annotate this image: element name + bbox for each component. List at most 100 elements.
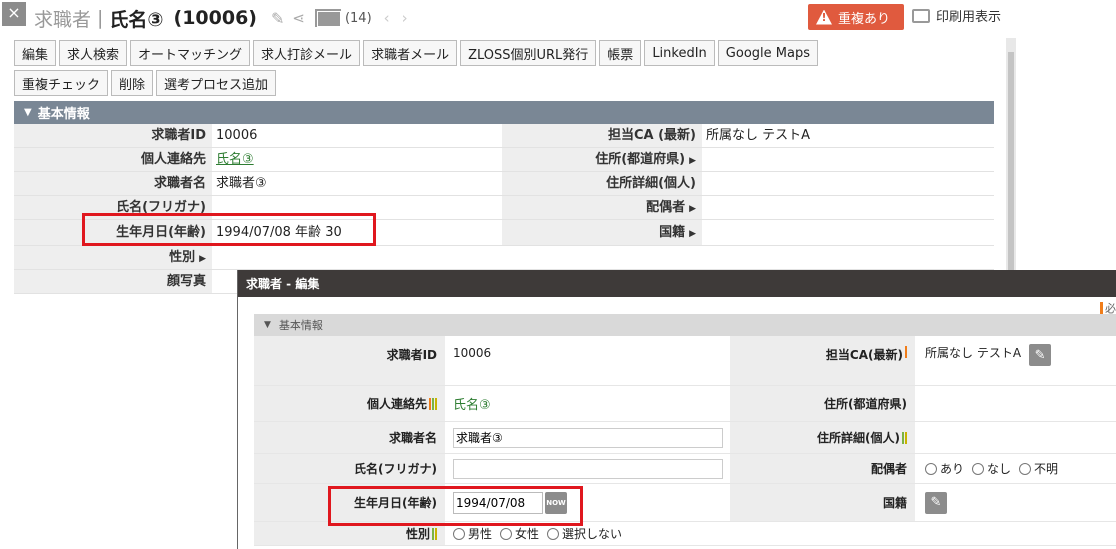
basic-info-title: 基本情報 [37, 107, 90, 122]
triangle-right-icon: ▶ [689, 229, 696, 239]
gender-radio-male[interactable]: 男性 [453, 525, 492, 542]
job-search-button[interactable]: 求人検索 [59, 40, 128, 66]
info-row: 性別 ▶ [14, 246, 994, 270]
gender-radio-female[interactable]: 女性 [500, 525, 539, 542]
triangle-right-icon: ▶ [689, 156, 696, 166]
field-label: 求職者名 [254, 422, 445, 453]
caret-down-icon: ▼ [24, 107, 32, 118]
required-mark-icon [905, 346, 907, 358]
pencil-icon[interactable]: ✎ [925, 491, 947, 514]
assigned-ca-value: 所属なし テストA [925, 346, 1022, 360]
delete-button[interactable]: 削除 [111, 70, 154, 96]
field-label [502, 246, 702, 269]
mail-icon[interactable] [314, 9, 341, 27]
field-label: 担当CA(最新) [730, 336, 915, 385]
google-maps-button[interactable]: Google Maps [717, 40, 818, 66]
triangle-right-icon: ▶ [689, 204, 696, 214]
field-label: 国籍 [730, 484, 915, 521]
personal-contact-link[interactable]: 氏名③ [216, 152, 254, 167]
field-label: 配偶者 [730, 454, 915, 483]
required-mark-icon [902, 431, 907, 444]
field-value: 所属なし テストA ✎ [915, 336, 1116, 385]
toolbar-row-1: 編集 求人検索 オートマッチング 求人打診メール 求職者メール ZLOSS個別U… [14, 40, 1006, 66]
duplicate-badge[interactable]: ! 重複あり [808, 4, 904, 30]
form-row: 個人連絡先 氏名③ 住所(都道府県) [254, 386, 1116, 422]
duplicate-check-button[interactable]: 重複チェック [14, 70, 109, 96]
dialog-title: 求職者 - 編集 [238, 270, 1116, 297]
warning-icon: ! [816, 9, 832, 25]
field-label[interactable]: 配偶者 ▶ [502, 196, 702, 219]
spouse-radio-yes[interactable]: あり [925, 460, 964, 477]
field-value: 求職者③ [216, 176, 267, 191]
field-label: 個人連絡先 [254, 386, 445, 421]
prefecture-field[interactable] [915, 386, 1116, 421]
field-label[interactable]: 国籍 ▶ [502, 220, 702, 245]
field-value: 氏名③ [445, 386, 730, 421]
field-value [212, 246, 502, 269]
field-label: 住所詳細(個人) [730, 422, 915, 453]
candidate-detail-window: × 求職者 | 氏名③ (10006) ✎ ⋖ (14) ‹ › ! 重複あり … [0, 0, 1116, 294]
form-row: 求職者ID 10006 担当CA(最新) 所属なし テストA ✎ [254, 336, 1116, 386]
zloss-url-button[interactable]: ZLOSS個別URL発行 [460, 40, 597, 66]
edit-button[interactable]: 編集 [14, 40, 57, 66]
pin-icon[interactable]: ✎ [271, 9, 284, 28]
close-button[interactable]: × [2, 2, 26, 26]
candidate-id-title: (10006) [173, 7, 257, 29]
field-label: 個人連絡先 [14, 148, 212, 171]
field-label: 氏名(フリガナ) [254, 454, 445, 483]
candidate-mail-button[interactable]: 求職者メール [363, 40, 458, 66]
caret-down-icon: ▼ [264, 320, 271, 330]
field-value: 10006 [216, 128, 258, 143]
required-mark-icon [429, 397, 437, 410]
personal-contact-link[interactable]: 氏名③ [453, 394, 491, 413]
chevron-right-icon[interactable]: › [402, 9, 408, 27]
gender-radio-none[interactable]: 選択しない [547, 525, 622, 542]
print-view-link[interactable]: 印刷用表示 [912, 6, 1001, 25]
pencil-icon[interactable]: ✎ [1029, 344, 1052, 366]
form-row: 氏名(フリガナ) 配偶者 あり なし 不明 [254, 454, 1116, 484]
candidate-name-title: 氏名③ [109, 8, 164, 31]
field-value [702, 220, 994, 245]
field-value [702, 148, 994, 171]
chevron-left-icon[interactable]: ‹ [384, 9, 390, 27]
candidate-name-input[interactable] [453, 427, 723, 448]
basic-info-section-header[interactable]: ▼ 基本情報 [14, 101, 994, 124]
field-label[interactable]: 住所(都道府県) ▶ [502, 148, 702, 171]
linkedin-button[interactable]: LinkedIn [644, 40, 715, 66]
mail-count: (14) [344, 10, 372, 26]
dialog-basic-info-header[interactable]: ▼ 基本情報 [254, 314, 1116, 336]
auto-matching-button[interactable]: オートマッチング [130, 40, 251, 66]
print-view-label: 印刷用表示 [936, 10, 1002, 25]
add-selection-process-button[interactable]: 選考プロセス追加 [156, 70, 277, 96]
field-label: 住所(都道府県) [730, 386, 915, 421]
title-bar: 求職者 | 氏名③ (10006) ✎ ⋖ (14) ‹ › [34, 4, 408, 32]
job-offer-mail-button[interactable]: 求人打診メール [253, 40, 361, 66]
toolbar-row-2: 重複チェック 削除 選考プロセス追加 [14, 70, 1006, 96]
field-value: 所属なし テストA [706, 128, 811, 143]
form-row: 求職者名 住所詳細(個人) [254, 422, 1116, 454]
field-label[interactable]: 性別 ▶ [14, 246, 212, 269]
spouse-radio-no[interactable]: なし [972, 460, 1011, 477]
title-separator: | [97, 7, 104, 29]
field-value [445, 422, 730, 453]
page: × 求職者 | 氏名③ (10006) ✎ ⋖ (14) ‹ › ! 重複あり … [0, 0, 1116, 549]
field-label: 求職者ID [254, 336, 445, 385]
spouse-radio-unknown[interactable]: 不明 [1019, 460, 1058, 477]
field-value [702, 246, 994, 269]
field-value [702, 196, 994, 219]
info-row: 求職者名 求職者③ 住所詳細(個人) [14, 172, 994, 196]
scrollbar-thumb[interactable] [1008, 52, 1014, 288]
spouse-radio-group: あり なし 不明 [915, 454, 1116, 483]
field-label: 住所詳細(個人) [502, 172, 702, 195]
duplicate-badge-label: 重複あり [838, 11, 891, 27]
field-value: ✎ [915, 484, 1116, 521]
form-button[interactable]: 帳票 [599, 40, 642, 66]
share-icon[interactable]: ⋖ [292, 9, 305, 27]
field-value: 氏名③ [212, 148, 502, 171]
record-kind: 求職者 [34, 8, 92, 31]
candidate-id-value: 10006 [453, 346, 492, 360]
address-detail-field[interactable] [915, 422, 1116, 453]
field-label: 顔写真 [14, 270, 212, 293]
info-row: 求職者ID 10006 担当CA (最新) 所属なし テストA [14, 124, 994, 148]
furigana-input[interactable] [453, 458, 723, 479]
